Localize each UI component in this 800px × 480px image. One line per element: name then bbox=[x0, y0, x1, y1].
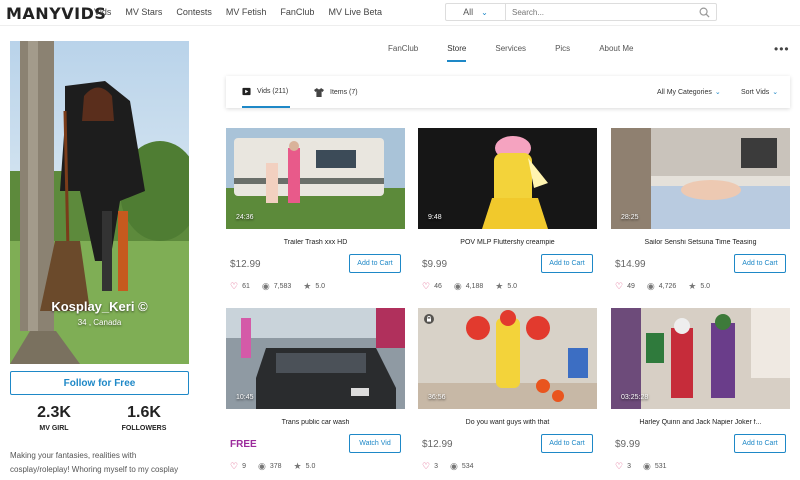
video-metrics: ♡ 49 ◉ 4,726 ★ 5.0 bbox=[615, 281, 711, 292]
video-thumbnail[interactable]: 24:36 bbox=[226, 128, 405, 229]
profile-tabs: FanClub Store Services Pics About Me bbox=[388, 44, 662, 62]
nav-mv-fetish[interactable]: MV Fetish bbox=[226, 7, 267, 17]
video-price: $12.99 bbox=[422, 439, 453, 450]
video-price: $14.99 bbox=[615, 259, 646, 270]
star-icon: ★ bbox=[303, 281, 312, 291]
tab-fanclub[interactable]: FanClub bbox=[388, 44, 418, 62]
heart-icon[interactable]: ♡ bbox=[422, 281, 430, 292]
eye-icon: ◉ bbox=[449, 461, 458, 471]
video-price: $9.99 bbox=[615, 439, 641, 450]
video-duration: 24:36 bbox=[236, 214, 254, 221]
video-title[interactable]: Sailor Senshi Setsuna Time Teasing bbox=[611, 239, 790, 246]
add-to-cart-button[interactable]: Add to Cart bbox=[734, 254, 786, 273]
add-to-cart-button[interactable]: Add to Cart bbox=[349, 254, 401, 273]
eye-icon: ◉ bbox=[257, 461, 266, 471]
lock-icon bbox=[424, 314, 434, 324]
video-duration: 28:25 bbox=[621, 214, 639, 221]
video-card[interactable]: 03:25:28 Harley Quinn and Jack Napier Jo… bbox=[611, 308, 790, 471]
heart-icon[interactable]: ♡ bbox=[422, 461, 430, 472]
heart-icon[interactable]: ♡ bbox=[230, 281, 238, 292]
video-metrics: ♡ 9 ◉ 378 ★ 5.0 bbox=[230, 461, 316, 472]
video-card[interactable]: 36:56 Do you want guys with that $12.99 … bbox=[418, 308, 597, 471]
video-price: FREE bbox=[230, 439, 257, 450]
heart-icon[interactable]: ♡ bbox=[615, 281, 623, 292]
follow-button[interactable]: Follow for Free bbox=[10, 371, 189, 395]
store-toolbar: Vids (211) Items (7) All My Categories ⌄ … bbox=[226, 76, 790, 108]
watch-video-button[interactable]: Watch Vid bbox=[349, 434, 401, 453]
search-category-select[interactable]: All ⌄ bbox=[446, 4, 506, 20]
search-bar: All ⌄ bbox=[445, 3, 717, 21]
add-to-cart-button[interactable]: Add to Cart bbox=[541, 434, 593, 453]
search-input[interactable] bbox=[506, 4, 692, 20]
chevron-down-icon: ⌄ bbox=[772, 89, 779, 96]
star-icon: ★ bbox=[293, 461, 302, 471]
sort-vids-filter[interactable]: Sort Vids ⌄ bbox=[741, 88, 778, 96]
tab-store[interactable]: Store bbox=[447, 44, 467, 62]
heart-icon[interactable]: ♡ bbox=[615, 461, 623, 472]
video-duration: 03:25:28 bbox=[621, 394, 649, 401]
stat-mv-girl: 2.3K MV GIRL bbox=[37, 404, 71, 432]
tshirt-icon bbox=[314, 87, 324, 97]
stat-followers: 1.6K FOLLOWERS bbox=[121, 404, 167, 432]
profile-name: Kosplay_Keri © bbox=[51, 299, 148, 314]
video-icon bbox=[242, 87, 251, 95]
video-thumbnail[interactable]: 36:56 bbox=[418, 308, 597, 409]
video-card[interactable]: 9:48 POV MLP Fluttershy creampie $9.99 A… bbox=[418, 128, 597, 291]
video-metrics: ♡ 3 ◉ 531 bbox=[615, 461, 667, 472]
chevron-down-icon: ⌄ bbox=[714, 89, 721, 96]
video-title[interactable]: POV MLP Fluttershy creampie bbox=[418, 239, 597, 246]
video-thumbnail[interactable]: 03:25:28 bbox=[611, 308, 790, 409]
tab-pics[interactable]: Pics bbox=[555, 44, 570, 62]
chevron-down-icon: ⌄ bbox=[481, 7, 488, 17]
heart-icon[interactable]: ♡ bbox=[230, 461, 238, 472]
nav-fanclub[interactable]: FanClub bbox=[280, 7, 314, 17]
tab-services[interactable]: Services bbox=[495, 44, 526, 62]
star-icon: ★ bbox=[688, 281, 697, 291]
top-bar: MANYVIDS Vids MV Stars Contests MV Fetis… bbox=[0, 0, 800, 26]
video-metrics: ♡ 61 ◉ 7,583 ★ 5.0 bbox=[230, 281, 326, 292]
manyvids-logo[interactable]: MANYVIDS bbox=[6, 4, 106, 23]
video-title[interactable]: Trans public car wash bbox=[226, 419, 405, 426]
nav-vids[interactable]: Vids bbox=[94, 7, 111, 17]
tab-about-me[interactable]: About Me bbox=[599, 44, 633, 62]
video-metrics: ♡ 3 ◉ 534 bbox=[422, 461, 474, 472]
profile-location: 34 , Canada bbox=[77, 318, 122, 327]
video-thumbnail[interactable]: 9:48 bbox=[418, 128, 597, 229]
eye-icon: ◉ bbox=[261, 281, 270, 291]
video-card[interactable]: 10:45 Trans public car wash FREE Watch V… bbox=[226, 308, 405, 471]
verified-icon: © bbox=[138, 299, 148, 314]
nav-contests[interactable]: Contests bbox=[176, 7, 212, 17]
video-duration: 36:56 bbox=[428, 394, 446, 401]
video-duration: 9:48 bbox=[428, 214, 442, 221]
video-card[interactable]: 28:25 Sailor Senshi Setsuna Time Teasing… bbox=[611, 128, 790, 291]
video-metrics: ♡ 46 ◉ 4,188 ★ 5.0 bbox=[422, 281, 518, 292]
eye-icon: ◉ bbox=[642, 461, 651, 471]
video-thumbnail[interactable]: 10:45 bbox=[226, 308, 405, 409]
profile-bio: Making your fantasies, realities with co… bbox=[10, 451, 179, 480]
star-icon: ★ bbox=[495, 281, 504, 291]
video-title[interactable]: Trailer Trash xxx HD bbox=[226, 239, 405, 246]
nav-mv-stars[interactable]: MV Stars bbox=[125, 7, 162, 17]
profile-photo: Kosplay_Keri © 34 , Canada bbox=[10, 41, 189, 364]
video-price: $12.99 bbox=[230, 259, 261, 270]
video-duration: 10:45 bbox=[236, 394, 254, 401]
video-price: $9.99 bbox=[422, 259, 448, 270]
video-card[interactable]: 24:36 Trailer Trash xxx HD $12.99 Add to… bbox=[226, 128, 405, 291]
search-icon[interactable] bbox=[692, 4, 716, 20]
store-tab-vids[interactable]: Vids (211) bbox=[242, 76, 290, 108]
video-thumbnail[interactable]: 28:25 bbox=[611, 128, 790, 229]
add-to-cart-button[interactable]: Add to Cart bbox=[541, 254, 593, 273]
nav-mv-live-beta[interactable]: MV Live Beta bbox=[328, 7, 382, 17]
top-nav: Vids MV Stars Contests MV Fetish FanClub… bbox=[94, 7, 396, 17]
video-title[interactable]: Harley Quinn and Jack Napier Joker f... bbox=[611, 419, 790, 426]
eye-icon: ◉ bbox=[453, 281, 462, 291]
eye-icon: ◉ bbox=[646, 281, 655, 291]
more-options-icon[interactable]: ••• bbox=[774, 42, 790, 56]
store-tab-items[interactable]: Items (7) bbox=[314, 76, 358, 108]
video-title[interactable]: Do you want guys with that bbox=[418, 419, 597, 426]
categories-filter[interactable]: All My Categories ⌄ bbox=[657, 88, 721, 96]
add-to-cart-button[interactable]: Add to Cart bbox=[734, 434, 786, 453]
